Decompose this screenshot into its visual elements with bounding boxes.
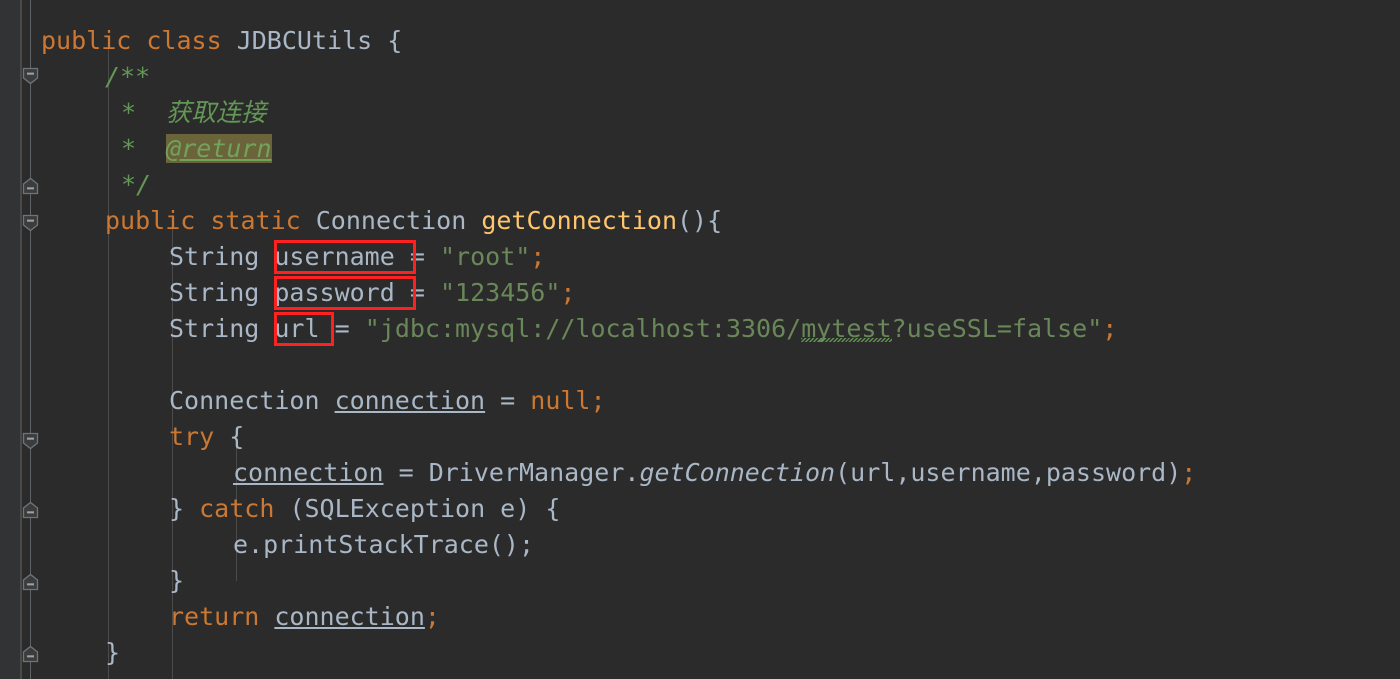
class-drivermanager: DriverManager [428,458,625,487]
keyword-try: try [169,422,215,451]
static-method-getconnection: getConnection [639,458,836,487]
open-brace: { [229,422,245,451]
keyword-return: return [169,602,260,631]
keyword-null: null [530,386,591,415]
code-line-17[interactable]: return connection; [169,599,440,635]
assign-operator: = [398,458,414,487]
semicolon: ; [1102,314,1118,343]
semicolon: ; [590,386,606,415]
code-line-12[interactable]: try { [169,419,244,455]
method-name-getconnection: getConnection [481,206,677,235]
semicolon: ; [530,242,546,271]
print-stack-trace-call: e.printStackTrace(); [233,530,535,559]
method-parens: (){ [677,206,723,235]
url-highlight-box [274,312,334,346]
javadoc-close: */ [121,170,152,199]
username-highlight-box [274,240,416,274]
keyword-public: public [41,26,132,55]
semicolon: ; [1181,458,1197,487]
catch-clause: (SQLException e) { [289,494,561,523]
type-connection: Connection [169,386,320,415]
dot-operator: . [624,458,640,487]
code-line-18[interactable]: } [105,635,120,671]
semicolon: ; [424,602,440,631]
code-line-16[interactable]: } [169,563,184,599]
method-arguments: (url,username,password) [835,458,1182,487]
javadoc-star: * [121,98,137,127]
jdbc-url-database-misspelled: mytest [801,314,892,343]
type-string: String [169,242,260,271]
assign-operator: = [500,386,516,415]
javadoc-open: /** [105,62,151,91]
keyword-catch: catch [199,494,275,523]
code-editor[interactable]: public class JDBCUtils { /** * 获取连接 * @r… [0,0,1400,679]
javadoc-description: 获取连接 [166,98,267,127]
password-highlight-box [274,276,416,310]
string-123456: "123456" [439,278,561,307]
code-line-3[interactable]: * 获取连接 [121,95,266,131]
class-name: JDBCUtils [236,26,373,55]
jdbc-url-prefix: "jdbc:mysql://localhost:3306/ [364,314,802,343]
code-line-2[interactable]: /** [105,59,150,95]
close-brace: } [169,494,185,523]
code-line-15[interactable]: e.printStackTrace(); [233,527,534,563]
variable-connection[interactable]: connection [274,602,425,631]
code-text-area[interactable]: public class JDBCUtils { /** * 获取连接 * @r… [0,0,1400,679]
variable-connection[interactable]: connection [335,386,486,415]
code-line-6[interactable]: public static Connection getConnection()… [105,203,722,239]
code-line-11[interactable]: Connection connection = null; [169,383,606,419]
code-line-5[interactable]: */ [121,167,151,203]
keyword-class: class [146,26,222,55]
keyword-static: static [210,206,301,235]
type-string: String [169,314,260,343]
type-string: String [169,278,260,307]
keyword-public: public [105,206,196,235]
open-brace: { [387,26,403,55]
javadoc-star: * [121,134,137,163]
assign-operator: = [334,314,350,343]
javadoc-return-tag[interactable]: @return [166,134,272,163]
return-type-connection: Connection [315,206,467,235]
string-root: "root" [439,242,531,271]
variable-connection[interactable]: connection [233,458,384,487]
close-brace: } [169,566,185,595]
close-brace: } [105,638,121,667]
jdbc-url-suffix: ?useSSL=false" [891,314,1103,343]
semicolon: ; [560,278,576,307]
code-line-1[interactable]: public class JDBCUtils { [41,23,402,59]
code-line-4[interactable]: * @return [121,131,272,167]
code-line-13[interactable]: connection = DriverManager.getConnection… [233,455,1196,491]
code-line-14[interactable]: } catch (SQLException e) { [169,491,560,527]
